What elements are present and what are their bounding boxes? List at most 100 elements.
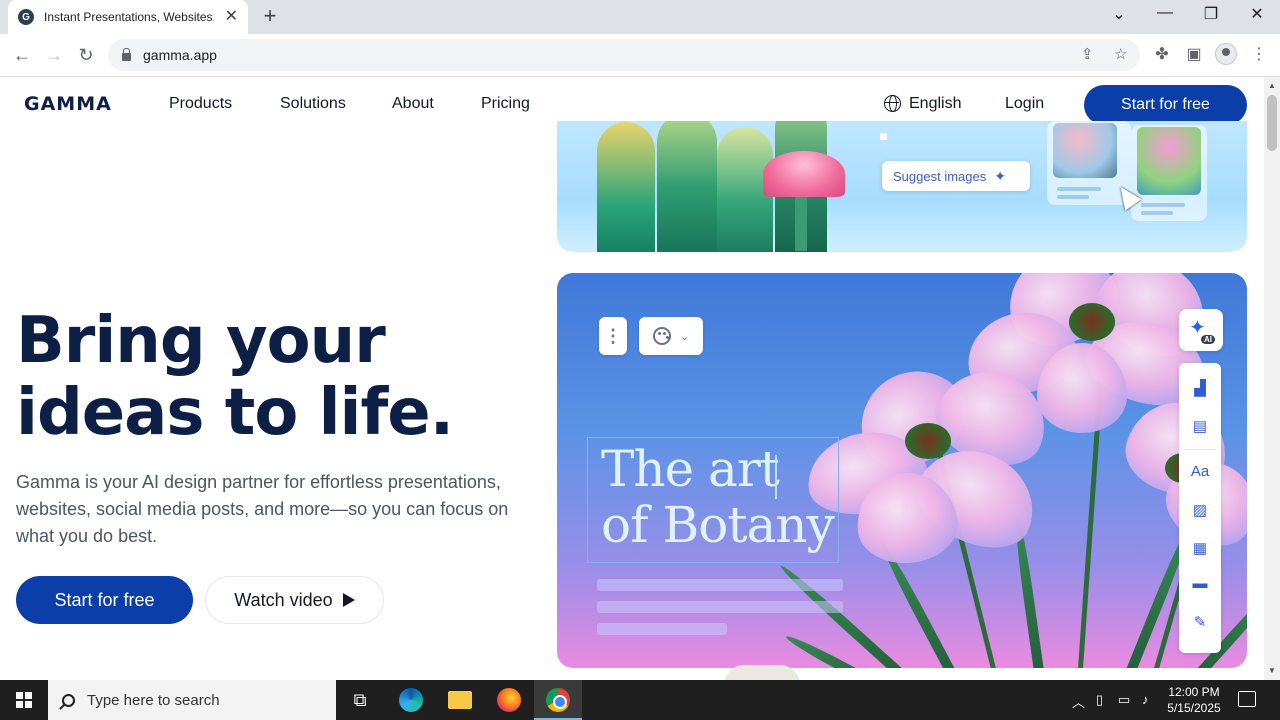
ai-assistant-button[interactable]: ✦ AI (1179, 309, 1223, 351)
slide-title-line2: of Botany (601, 496, 835, 554)
mushroom-thumbnail-image (1053, 123, 1117, 178)
insert-block-toolbar: ▟ ▤ Aa ▨ ▦ ▬ ✎ (1179, 363, 1221, 653)
restore-icon[interactable]: ❐ (1198, 4, 1224, 24)
gamma-favicon-icon: G (18, 9, 34, 25)
minimize-icon[interactable]: — (1152, 4, 1178, 22)
placeholder-text-line (597, 579, 843, 591)
globe-icon[interactable] (884, 95, 901, 112)
suggest-images-button[interactable]: Suggest images ✦ (882, 161, 1030, 191)
address-bar[interactable]: gamma.app ⇪ ☆ (108, 39, 1140, 71)
thumbnail-caption-line (1141, 211, 1173, 215)
watch-video-button[interactable]: Watch video (205, 576, 384, 624)
ai-badge: AI (1201, 335, 1215, 344)
window-close-icon[interactable]: ✕ (1244, 4, 1270, 24)
login-link[interactable]: Login (1005, 95, 1044, 113)
tab-search-chevron-icon[interactable]: ⌄ (1106, 4, 1132, 24)
palette-icon (652, 327, 671, 345)
browser-tab-active[interactable]: G Instant Presentations, Websites, ✕ (8, 0, 248, 34)
slide-title-line1: The art (601, 440, 780, 498)
chrome-icon (546, 688, 570, 712)
cards-icon[interactable]: ▟ (1179, 379, 1221, 397)
text-format-icon[interactable]: Aa (1179, 463, 1221, 480)
file-explorer-icon[interactable] (448, 691, 472, 709)
tray-overflow-chevron-icon[interactable]: ︿ (1072, 692, 1085, 711)
scroll-up-arrow-icon[interactable]: ▲ (1268, 81, 1276, 90)
mushroom-thumbnail-image (1137, 127, 1201, 195)
selection-handle (880, 133, 887, 140)
block-menu-button[interactable]: ⋮ (599, 317, 627, 355)
web-page: GAMMA Products Solutions About Pricing E… (0, 77, 1264, 680)
browser-menu-icon[interactable]: ⋮ (1248, 44, 1270, 64)
mushroom-image (763, 151, 845, 197)
next-section-image-peek (724, 665, 800, 680)
side-panel-icon[interactable]: ▣ (1183, 44, 1205, 64)
thumbnail-caption-line (1057, 195, 1089, 199)
slide-title[interactable]: The art of Botany (601, 440, 835, 554)
nav-products[interactable]: Products (169, 95, 232, 113)
sparkle-icon: ✦ (994, 167, 1006, 184)
start-for-free-button[interactable]: Start for free (16, 576, 193, 624)
new-tab-icon[interactable]: + (259, 5, 281, 27)
notification-center-icon[interactable] (1238, 691, 1256, 707)
placeholder-text-line (597, 601, 843, 613)
tab-close-icon[interactable]: ✕ (225, 9, 238, 25)
battery-icon[interactable]: ▯ (1096, 692, 1103, 708)
hero-heading: Bring your ideas to life. (16, 304, 454, 450)
clock-date: 5/15/2025 (1167, 701, 1221, 715)
edge-browser-icon[interactable] (399, 688, 423, 712)
page-scrollbar[interactable]: ▲ ▼ (1264, 77, 1280, 680)
reload-icon[interactable]: ↻ (74, 43, 98, 67)
scrollbar-thumb[interactable] (1267, 95, 1277, 151)
windows-taskbar: Type here to search ⧉ ︿ ▯ ▭ ♪ 12:00 PM 5… (0, 680, 1280, 720)
form-edit-icon[interactable]: ✎ (1179, 613, 1221, 631)
nav-pricing[interactable]: Pricing (481, 95, 530, 113)
embed-icon[interactable]: ▬ (1179, 575, 1221, 592)
search-icon (62, 693, 75, 707)
thumbnail-caption-line (1057, 187, 1101, 191)
windows-start-icon[interactable] (16, 692, 32, 708)
hero-heading-line2: ideas to life. (16, 376, 454, 450)
image-suggestion-thumbnail[interactable] (1131, 125, 1207, 221)
layout-icon[interactable]: ▤ (1179, 417, 1221, 435)
cactus-image (597, 122, 655, 252)
gamma-logo[interactable]: GAMMA (24, 93, 112, 115)
language-selector[interactable]: English (909, 95, 961, 113)
nav-solutions[interactable]: Solutions (280, 95, 346, 113)
chevron-down-icon: ⌄ (679, 330, 690, 343)
video-icon[interactable]: ▦ (1179, 539, 1221, 557)
suggest-images-label: Suggest images (893, 168, 987, 184)
browser-toolbar: ← → ↻ gamma.app ⇪ ☆ ✤ ▣ ⋮ (0, 34, 1280, 77)
text-cursor (775, 455, 777, 499)
placeholder-text-line (597, 623, 727, 635)
hero-subtitle: Gamma is your AI design partner for effo… (16, 472, 509, 546)
kebab-menu-icon: ⋮ (604, 326, 622, 346)
clock-time: 12:00 PM (1168, 685, 1220, 699)
nav-about[interactable]: About (392, 95, 434, 113)
network-icon[interactable]: ▭ (1118, 692, 1130, 708)
task-view-icon[interactable]: ⧉ (347, 688, 373, 712)
extensions-puzzle-icon[interactable]: ✤ (1151, 44, 1173, 64)
botany-slide-preview-card: ⋮ ⌄ The art of Botany ✦ AI ▟ ▤ Aa ▨ ▦ ▬ (557, 273, 1247, 668)
tab-title: Instant Presentations, Websites, (44, 10, 214, 24)
start-for-free-nav-button[interactable]: Start for free (1084, 85, 1247, 125)
forward-arrow-icon[interactable]: → (42, 43, 66, 67)
theme-palette-button[interactable]: ⌄ (639, 317, 703, 355)
chrome-taskbar-button[interactable] (534, 680, 582, 720)
hero-heading-line1: Bring your (16, 304, 386, 378)
scroll-down-arrow-icon[interactable]: ▼ (1268, 666, 1276, 675)
taskbar-search-input[interactable]: Type here to search (48, 680, 336, 720)
browser-tabstrip: G Instant Presentations, Websites, ✕ + ⌄… (0, 0, 1280, 34)
lock-icon[interactable] (122, 47, 131, 61)
thumbnail-caption-line (1141, 203, 1185, 207)
image-icon[interactable]: ▨ (1179, 501, 1221, 519)
flower-center (905, 423, 951, 459)
back-arrow-icon[interactable]: ← (10, 43, 34, 67)
volume-icon[interactable]: ♪ (1142, 692, 1149, 707)
firefox-icon[interactable] (497, 688, 521, 712)
share-icon[interactable]: ⇪ (1081, 45, 1094, 63)
mushroom-stem (795, 191, 807, 251)
profile-avatar-icon[interactable] (1215, 43, 1237, 65)
taskbar-clock[interactable]: 12:00 PM 5/15/2025 (1162, 684, 1226, 716)
play-icon (342, 593, 355, 607)
bookmark-star-icon[interactable]: ☆ (1114, 45, 1127, 63)
